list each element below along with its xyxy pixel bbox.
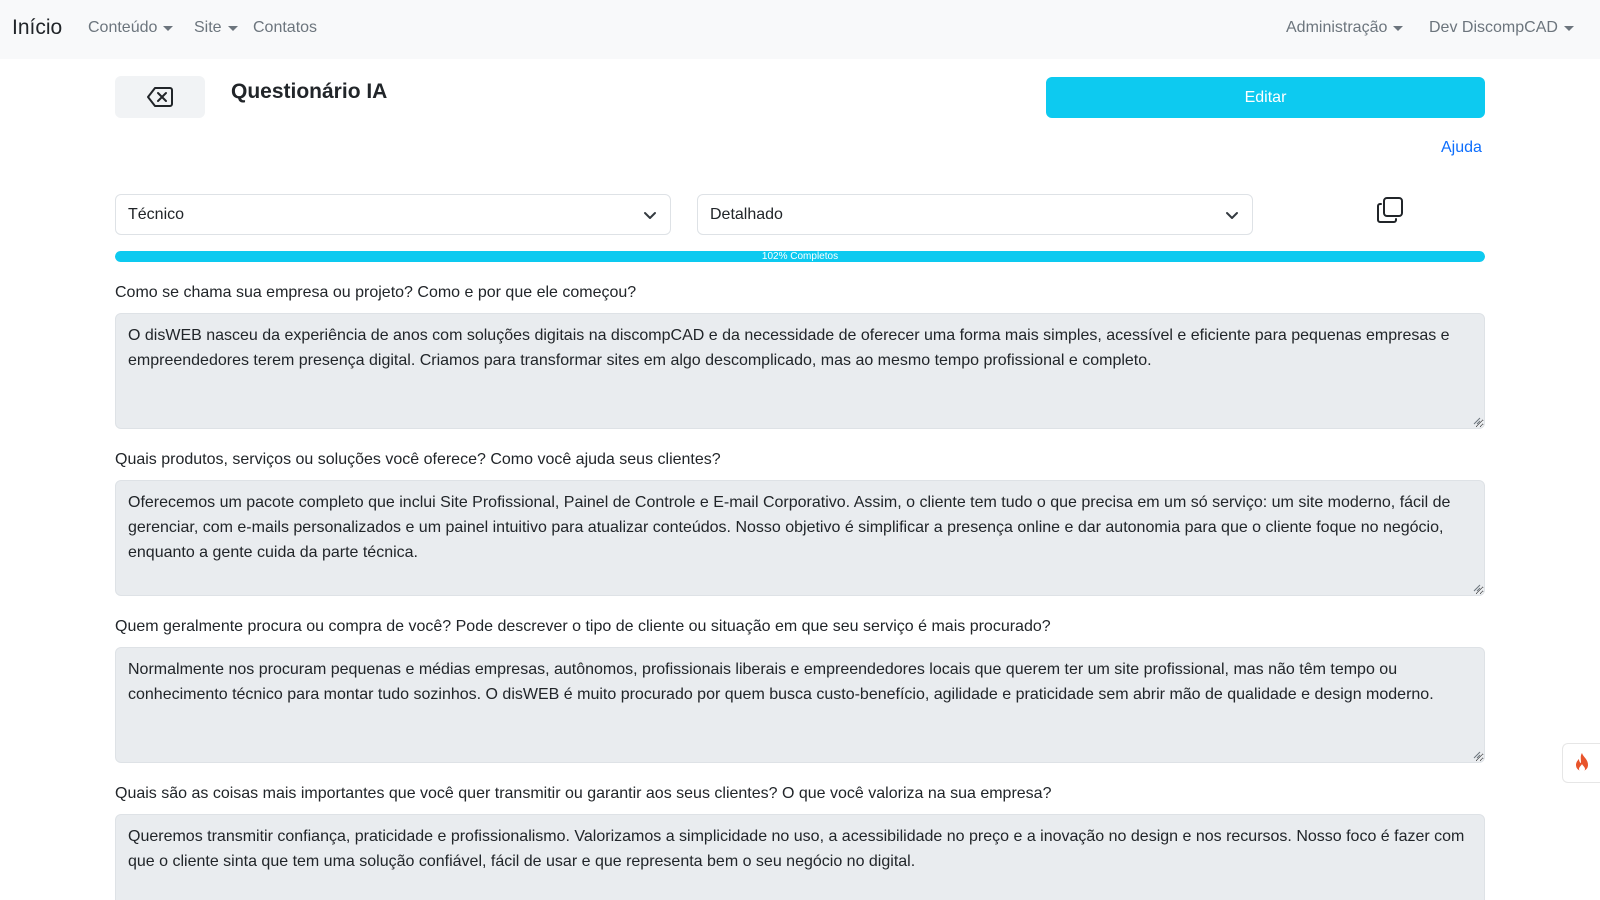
progress-bar-fill: 102% Completos bbox=[115, 251, 1485, 262]
nav-brand-home[interactable]: Início bbox=[12, 16, 62, 40]
nav-item-user-menu[interactable]: Dev DiscompCAD bbox=[1429, 19, 1574, 37]
answer-text: O disWEB nasceu da experiência de anos c… bbox=[128, 327, 1450, 369]
chevron-down-icon bbox=[1226, 211, 1238, 219]
question-label: Quem geralmente procura ou compra de voc… bbox=[115, 618, 1051, 635]
fire-icon bbox=[1575, 753, 1588, 772]
backspace-icon bbox=[147, 87, 173, 107]
caret-down-icon bbox=[1393, 25, 1404, 31]
nav-item-conteudo[interactable]: Conteúdo bbox=[88, 19, 174, 37]
page-title: Questionário IA bbox=[231, 80, 388, 103]
resize-grip-icon[interactable] bbox=[1473, 751, 1481, 759]
edit-button[interactable]: Editar bbox=[1046, 77, 1485, 118]
floating-fire-widget[interactable] bbox=[1562, 743, 1600, 783]
tone-select-value: Técnico bbox=[128, 205, 185, 223]
question-label: Quais são as coisas mais importantes que… bbox=[115, 785, 1052, 802]
detail-select[interactable]: Detalhado bbox=[697, 194, 1253, 235]
answer-text: Normalmente nos procuram pequenas e médi… bbox=[128, 661, 1434, 703]
help-link[interactable]: Ajuda bbox=[1441, 139, 1482, 157]
question-label: Quais produtos, serviços ou soluções voc… bbox=[115, 451, 721, 468]
nav-item-label: Dev DiscompCAD bbox=[1429, 19, 1558, 36]
chevron-down-icon bbox=[644, 211, 656, 219]
nav-item-site[interactable]: Site bbox=[194, 19, 238, 37]
caret-down-icon bbox=[227, 25, 238, 31]
completion-progress: 102% Completos bbox=[115, 251, 1485, 262]
back-button[interactable] bbox=[115, 76, 205, 118]
tone-select[interactable]: Técnico bbox=[115, 194, 671, 235]
question-label: Como se chama sua empresa ou projeto? Co… bbox=[115, 284, 637, 301]
answer-textarea[interactable]: Normalmente nos procuram pequenas e médi… bbox=[115, 647, 1485, 763]
answer-text: Oferecemos um pacote completo que inclui… bbox=[128, 494, 1451, 561]
copy-button[interactable] bbox=[1374, 194, 1406, 226]
caret-down-icon bbox=[163, 25, 174, 31]
nav-item-label: Conteúdo bbox=[88, 19, 158, 36]
resize-grip-icon[interactable] bbox=[1473, 417, 1481, 425]
top-navbar: Início Conteúdo Site Contatos Administra… bbox=[0, 0, 1600, 59]
copy-icon bbox=[1377, 197, 1403, 223]
answer-textarea[interactable]: Oferecemos um pacote completo que inclui… bbox=[115, 480, 1485, 596]
nav-item-administracao[interactable]: Administração bbox=[1286, 19, 1404, 37]
nav-item-label: Administração bbox=[1286, 19, 1388, 36]
resize-grip-icon[interactable] bbox=[1473, 584, 1481, 592]
answer-text: Queremos transmitir confiança, praticida… bbox=[128, 828, 1465, 870]
nav-item-label: Site bbox=[194, 19, 222, 36]
nav-item-label: Contatos bbox=[253, 19, 318, 36]
answer-textarea[interactable]: Queremos transmitir confiança, praticida… bbox=[115, 814, 1485, 900]
nav-item-contatos[interactable]: Contatos bbox=[253, 19, 317, 37]
answer-textarea[interactable]: O disWEB nasceu da experiência de anos c… bbox=[115, 313, 1485, 429]
detail-select-value: Detalhado bbox=[710, 205, 783, 223]
caret-down-icon bbox=[1563, 25, 1574, 31]
